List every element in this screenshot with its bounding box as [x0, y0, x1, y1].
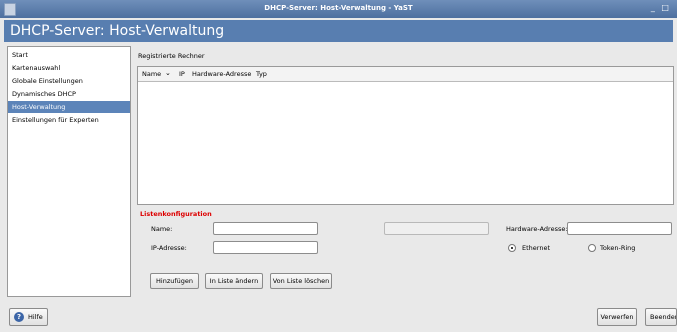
discard-button[interactable]: Verwerfen [597, 308, 637, 326]
sidebar-item-dynamisches-dhcp[interactable]: Dynamisches DHCP [8, 88, 130, 100]
hardware-address-input[interactable] [567, 222, 672, 235]
sidebar-item-kartenauswahl[interactable]: Kartenauswahl [8, 62, 130, 74]
ip-input[interactable] [213, 241, 318, 254]
window-titlebar: DHCP-Server: Host-Verwaltung - YaST _ □ [0, 0, 677, 18]
sidebar-item-start[interactable]: Start [8, 49, 130, 61]
table-header: Name ⌄ IP Hardware-Adresse Typ [138, 67, 673, 82]
page-title: DHCP-Server: Host-Verwaltung [4, 20, 673, 42]
add-button[interactable]: Hinzufügen [150, 273, 199, 289]
sidebar-item-host-verwaltung[interactable]: Host-Verwaltung [8, 101, 130, 113]
hosts-table[interactable]: Name ⌄ IP Hardware-Adresse Typ [137, 66, 674, 205]
chevron-down-icon[interactable]: ⌄ [165, 67, 171, 80]
column-header-ip[interactable]: IP [179, 67, 185, 81]
delete-from-list-button[interactable]: Von Liste löschen [270, 273, 332, 289]
token-ring-radio[interactable] [588, 244, 596, 252]
help-icon: ? [14, 312, 24, 322]
window-title: DHCP-Server: Host-Verwaltung - YaST [264, 4, 413, 12]
column-header-name[interactable]: Name [142, 67, 161, 81]
section-heading-registered-hosts: Registrierte Rechner [138, 52, 205, 60]
finish-button[interactable]: Beenden [645, 308, 677, 326]
name-label: Name: [151, 225, 173, 233]
name-input[interactable] [213, 222, 318, 235]
ip-label: IP-Adresse: [151, 244, 187, 252]
column-header-hardware-address[interactable]: Hardware-Adresse [192, 67, 251, 81]
column-header-typ[interactable]: Typ [256, 67, 267, 81]
disabled-field [384, 222, 489, 235]
sidebar-item-globale-einstellungen[interactable]: Globale Einstellungen [8, 75, 130, 87]
ethernet-label[interactable]: Ethernet [522, 244, 550, 252]
ethernet-radio[interactable] [508, 244, 516, 252]
token-ring-label[interactable]: Token-Ring [600, 244, 635, 252]
list-config-title: Listenkonfiguration [140, 210, 212, 218]
sidebar: Start Kartenauswahl Globale Einstellunge… [7, 46, 131, 297]
window-controls[interactable]: _ □ [651, 3, 671, 12]
help-label: Hilfe [28, 313, 43, 321]
change-in-list-button[interactable]: In Liste ändern [205, 273, 263, 289]
hardware-address-label: Hardware-Adresse: [506, 225, 568, 233]
sidebar-item-einstellungen-experten[interactable]: Einstellungen für Experten [8, 114, 130, 126]
